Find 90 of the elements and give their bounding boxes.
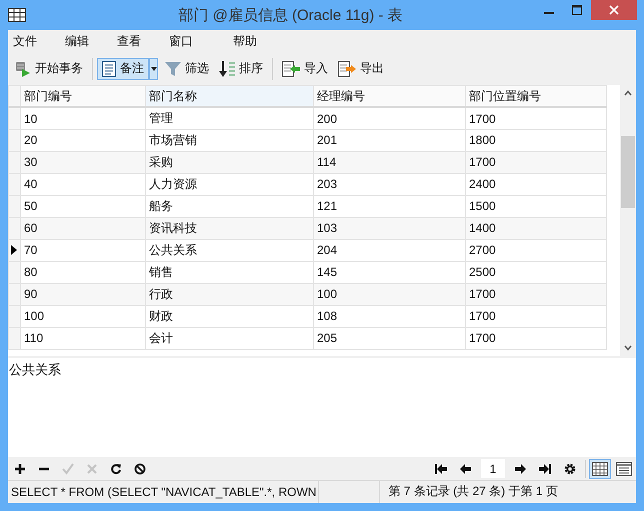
sort-icon (219, 60, 235, 77)
table-cell[interactable]: 1700 (466, 283, 606, 306)
table-cell[interactable]: 行政 (146, 283, 314, 306)
table-cell[interactable]: 资讯科技 (146, 217, 314, 240)
table-cell[interactable]: 70 (20, 239, 146, 262)
column-header[interactable]: 部门位置编号 (466, 85, 606, 108)
table-cell[interactable]: 船务 (146, 195, 314, 218)
toolbar-button[interactable]: 导入 (277, 58, 333, 80)
toolbar-button[interactable]: 导出 (333, 58, 389, 80)
scrollbar[interactable] (620, 84, 636, 356)
table-cell[interactable]: 100 (314, 283, 466, 306)
dropdown-button[interactable] (149, 58, 158, 80)
table-cell[interactable]: 1700 (466, 151, 606, 174)
table-cell[interactable]: 30 (20, 151, 146, 174)
scroll-up-icon[interactable] (624, 90, 632, 96)
table-cell[interactable]: 销售 (146, 261, 314, 284)
table-cell[interactable]: 1800 (466, 129, 606, 152)
table-cell[interactable]: 108 (314, 305, 466, 328)
menu-item[interactable]: 查看 (117, 32, 141, 50)
grid-view-icon[interactable] (589, 458, 611, 479)
menu-item[interactable]: 窗口 (169, 32, 193, 50)
table-cell[interactable]: 会计 (146, 327, 314, 350)
toolbar-button[interactable]: 开始事务 (10, 58, 88, 80)
table-cell[interactable]: 1700 (466, 107, 606, 130)
toolbar-button[interactable]: 筛选 (160, 58, 214, 80)
window-title: 部门 @雇员信息 (Oracle 11g) - 表 (177, 6, 404, 24)
table-cell[interactable]: 管理 (146, 107, 314, 130)
table-cell[interactable]: 114 (314, 151, 466, 174)
table-cell[interactable]: 公共关系 (146, 239, 314, 262)
table-cell[interactable]: 200 (314, 107, 466, 130)
column-header[interactable]: 经理编号 (314, 85, 466, 108)
table-cell[interactable]: 财政 (146, 305, 314, 328)
table-cell[interactable]: 20 (20, 129, 146, 152)
memo-button[interactable]: 备注 (97, 58, 149, 80)
last-page-icon[interactable] (539, 464, 551, 474)
add-icon[interactable] (14, 462, 26, 475)
refresh-icon[interactable] (110, 462, 122, 475)
record-position-text: 第 7 条记录 (共 27 条) 于第 1 页 (387, 483, 558, 500)
table-cell[interactable]: 100 (20, 305, 146, 328)
close-button[interactable] (591, 0, 637, 20)
funnel-icon (165, 60, 181, 77)
table-cell[interactable]: 2500 (466, 261, 606, 284)
table-cell[interactable]: 80 (20, 261, 146, 284)
table-cell[interactable]: 121 (314, 195, 466, 218)
table-cell[interactable]: 1400 (466, 217, 606, 240)
settings-icon[interactable] (564, 462, 576, 475)
first-page-icon[interactable] (435, 464, 447, 474)
table-cell[interactable]: 50 (20, 195, 146, 218)
table-cell[interactable]: 1700 (466, 327, 606, 350)
table-cell[interactable]: 2700 (466, 239, 606, 262)
table-cell[interactable]: 2400 (466, 173, 606, 196)
maximize-icon (572, 5, 582, 15)
next-page-icon[interactable] (514, 464, 526, 474)
previous-page-icon[interactable] (460, 464, 472, 474)
column-header[interactable]: 部门名称 (146, 85, 314, 108)
table-cell[interactable]: 145 (314, 261, 466, 284)
table-cell[interactable]: 采购 (146, 151, 314, 174)
page-number-field[interactable]: 1 (481, 459, 505, 478)
import-icon (282, 60, 300, 77)
table-cell[interactable]: 60 (20, 217, 146, 240)
menu-item[interactable]: 文件 (13, 32, 37, 50)
table-cell[interactable]: 201 (314, 129, 466, 152)
caret-icon (150, 66, 156, 71)
menu-item[interactable]: 编辑 (65, 32, 89, 50)
table-cell[interactable]: 市场营销 (146, 129, 314, 152)
table-cell[interactable]: 103 (314, 217, 466, 240)
minimize-icon (544, 12, 554, 14)
table-cell[interactable]: 10 (20, 107, 146, 130)
export-icon (338, 60, 356, 77)
database-icon (15, 60, 31, 77)
table-cell[interactable]: 204 (314, 239, 466, 262)
table-icon (8, 8, 26, 22)
menu-item[interactable]: 帮助 (233, 32, 257, 50)
close-icon (609, 5, 619, 15)
sql-query-text: SELECT * FROM (SELECT "NAVICAT_TABLE".*, ROWN (8, 480, 320, 503)
table-cell[interactable]: 110 (20, 327, 146, 350)
table-cell[interactable]: 人力资源 (146, 173, 314, 196)
stop-icon[interactable] (134, 462, 146, 475)
table-cell[interactable]: 1700 (466, 305, 606, 328)
scroll-thumb[interactable] (621, 136, 635, 208)
table-cell[interactable]: 40 (20, 173, 146, 196)
table-cell[interactable]: 205 (314, 327, 466, 350)
column-header[interactable]: 部门编号 (20, 85, 146, 108)
table-cell[interactable]: 1500 (466, 195, 606, 218)
table-cell[interactable]: 90 (20, 283, 146, 306)
scroll-down-icon[interactable] (624, 344, 632, 351)
table-cell[interactable]: 203 (314, 173, 466, 196)
toolbar-button[interactable]: 排序 (214, 58, 268, 80)
memo-field[interactable]: 公共关系 (8, 358, 636, 458)
document-icon (102, 60, 116, 77)
